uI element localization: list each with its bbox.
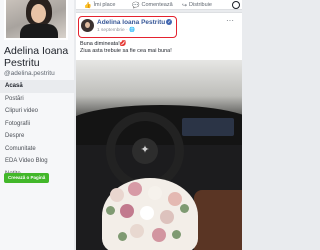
photo-leather-seat bbox=[194, 190, 242, 250]
flower bbox=[110, 188, 124, 202]
page-nav: Acasă Postări Clipuri video Fotografii D… bbox=[0, 80, 74, 180]
nav-item-community[interactable]: Comunitate bbox=[0, 143, 74, 156]
flower bbox=[160, 210, 174, 224]
post-date-text[interactable]: 1 septembrie bbox=[97, 28, 125, 33]
profile-name[interactable]: Adelina Ioana Pestritu bbox=[4, 45, 74, 69]
share-label: Distribuie bbox=[189, 2, 212, 8]
profile-picture[interactable] bbox=[4, 0, 68, 40]
nav-item-video-blog[interactable]: EDA Video Blog bbox=[0, 155, 74, 168]
like-button[interactable]: 👍 Îmi place bbox=[84, 1, 116, 9]
post-date[interactable]: 1 septembrie · 🌐 bbox=[97, 28, 135, 33]
nav-item-photos[interactable]: Fotografii bbox=[0, 118, 74, 131]
leaf bbox=[180, 204, 189, 213]
post-header-highlight: Adelina Ioana Pestritu ✓ 1 septembrie · 🌐 bbox=[78, 16, 177, 38]
post-card: Adelina Ioana Pestritu ✓ 1 septembrie · 🌐… bbox=[76, 12, 242, 250]
like-label: Îmi place bbox=[93, 2, 116, 8]
comment-icon: 💬 bbox=[132, 2, 140, 9]
photo-car-screen bbox=[182, 118, 234, 136]
nav-item-about[interactable]: Despre bbox=[0, 130, 74, 143]
verified-badge-icon: ✓ bbox=[166, 19, 173, 25]
nav-item-videos[interactable]: Clipuri video bbox=[0, 105, 74, 118]
post-text: Buna dimineata!💋 Ziua asta trebuie sa fi… bbox=[80, 41, 172, 55]
flower bbox=[168, 192, 182, 206]
comment-button[interactable]: 💬 Comentează bbox=[132, 1, 173, 9]
post-text-line-1: Buna dimineata!💋 bbox=[80, 41, 127, 47]
post-author-name[interactable]: Adelina Ioana Pestritu bbox=[97, 19, 165, 26]
profile-clothing bbox=[20, 24, 58, 38]
post-author[interactable]: Adelina Ioana Pestritu ✓ bbox=[97, 19, 173, 26]
car-logo-icon: ✦ bbox=[140, 144, 150, 156]
share-button[interactable]: ↪ Distribuie bbox=[182, 1, 212, 9]
leaf bbox=[106, 206, 115, 215]
thumbs-up-icon: 👍 bbox=[84, 2, 92, 9]
audience-selector-icon[interactable] bbox=[232, 1, 240, 9]
profile-handle[interactable]: @adelina.pestritu bbox=[4, 70, 55, 77]
comment-label: Comentează bbox=[141, 2, 173, 8]
post-photo[interactable]: ✦ bbox=[76, 60, 242, 250]
flower bbox=[152, 228, 166, 242]
left-sidebar: Adelina Ioana Pestritu @adelina.pestritu… bbox=[0, 0, 74, 250]
share-icon: ↪ bbox=[182, 2, 188, 9]
flower bbox=[120, 204, 134, 218]
main-column: 👍 Îmi place 💬 Comentează ↪ Distribuie Ad… bbox=[76, 0, 250, 250]
nav-item-home[interactable]: Acasă bbox=[0, 80, 74, 93]
create-page-button[interactable]: Creează o Pagină bbox=[4, 173, 50, 183]
flower bbox=[140, 206, 154, 220]
leaf bbox=[172, 230, 181, 239]
globe-icon: 🌐 bbox=[129, 28, 135, 33]
leaf bbox=[118, 232, 127, 241]
flower bbox=[130, 224, 144, 238]
flower bbox=[148, 186, 162, 200]
flower bbox=[128, 182, 142, 196]
nav-item-posts[interactable]: Postări bbox=[0, 93, 74, 106]
author-avatar[interactable] bbox=[81, 19, 94, 32]
post-action-bar: 👍 Îmi place 💬 Comentează ↪ Distribuie bbox=[76, 0, 242, 10]
post-text-line-2: Ziua asta trebuie sa fie cea mai buna! bbox=[80, 48, 172, 54]
profile-face bbox=[31, 4, 46, 23]
more-options-icon[interactable]: ··· bbox=[226, 16, 234, 25]
